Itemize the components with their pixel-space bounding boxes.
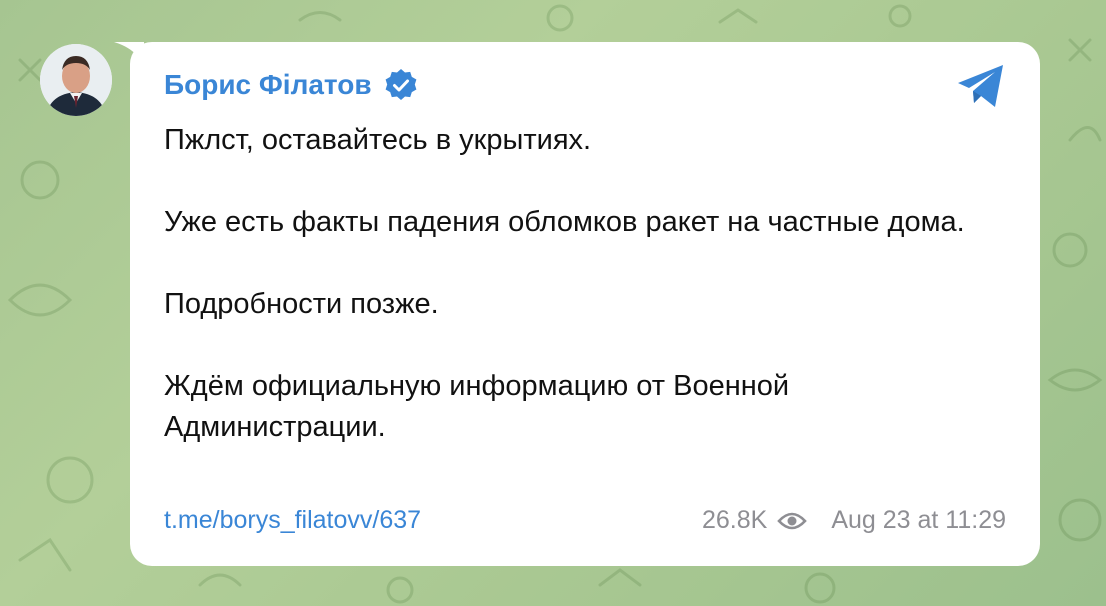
post-date: Aug 23 at 11:29: [831, 506, 1006, 534]
telegram-icon: [955, 62, 1007, 110]
eye-icon: [777, 510, 808, 532]
sender-name[interactable]: Борис Філатов: [164, 69, 372, 101]
view-count: 26.8K: [701, 506, 768, 534]
sender-avatar[interactable]: [40, 44, 112, 116]
message-paragraph: Уже есть факты падения обломков ракет на…: [164, 206, 965, 238]
post-meta: 26.8K Aug 23 at 11:29: [702, 506, 1006, 535]
message-paragraph: Пжлст, оставайтесь в укрытиях.: [164, 124, 592, 156]
post-link[interactable]: t.me/borys_filatovv/637: [164, 506, 421, 535]
message-paragraph: Подробности позже.: [164, 288, 439, 320]
sender-header: Борис Філатов: [164, 68, 418, 102]
message-paragraph: Ждём официальную информацию от Военной А…: [164, 370, 790, 443]
message-text: Пжлст, оставайтесь в укрытиях. Уже есть …: [164, 120, 1004, 448]
avatar-image: [40, 44, 112, 116]
verified-badge-icon: [384, 68, 418, 102]
